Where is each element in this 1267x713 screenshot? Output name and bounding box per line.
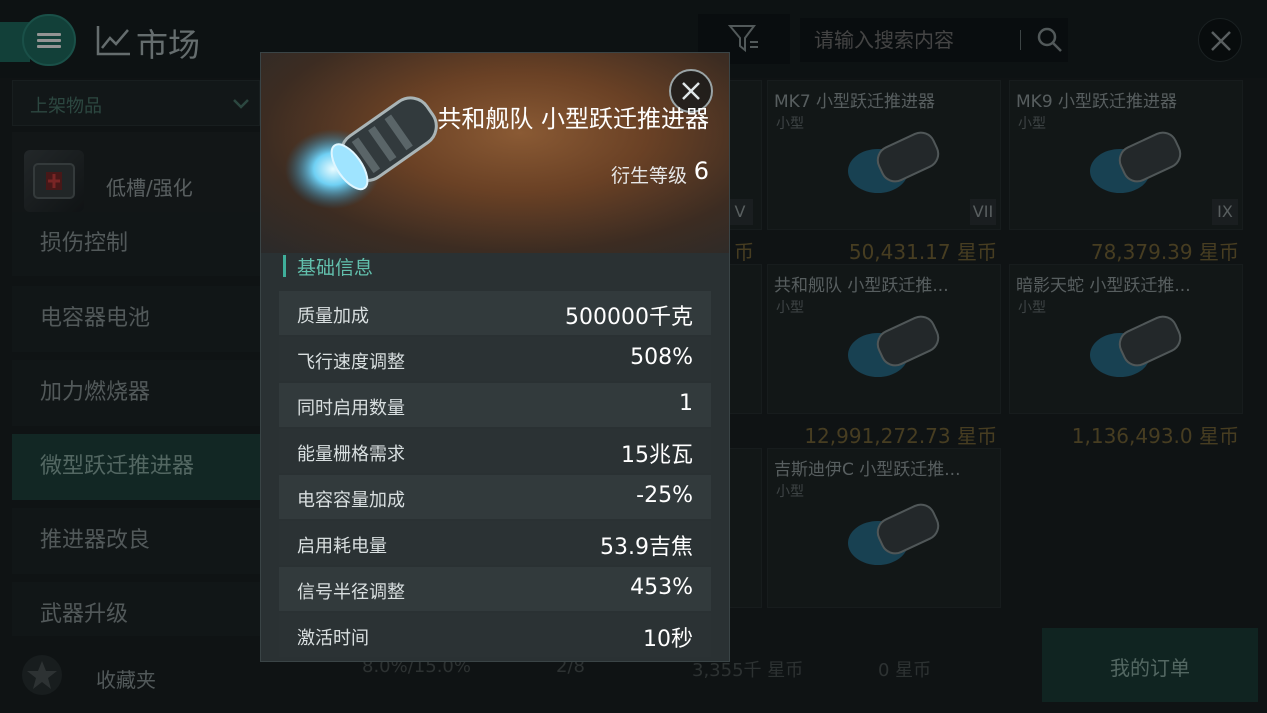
stat-value: 1: [679, 391, 693, 416]
stat-label: 质量加成: [297, 306, 369, 327]
stat-value: -25%: [636, 483, 693, 508]
close-icon: [682, 82, 700, 100]
stat-value: 53.9吉焦: [600, 535, 693, 560]
stat-value: 508%: [630, 345, 693, 370]
stat-value: 453%: [630, 575, 693, 600]
stat-row: 信号半径调整 453%: [279, 567, 711, 611]
stat-value: 15兆瓦: [621, 443, 693, 468]
stat-label: 启用耗电量: [297, 536, 387, 557]
stat-row: 能量栅格需求 15兆瓦: [279, 429, 711, 473]
meta-level-label: 衍生等级: [610, 165, 687, 187]
stat-label: 电容容量加成: [297, 490, 405, 511]
stat-row: 启用耗电量 53.9吉焦: [279, 521, 711, 565]
stat-label: 能量栅格需求: [297, 444, 405, 465]
stat-label: 信号半径调整: [297, 582, 405, 603]
stat-value: 10秒: [643, 627, 693, 652]
section-title: 基础信息: [297, 257, 374, 279]
stat-label: 同时启用数量: [297, 398, 405, 419]
item-detail-popup: 共和舰队 小型跃迁推进器 衍生等级 6 基础信息 质量加成 500000千克 飞…: [260, 52, 730, 662]
meta-level-value: 6: [693, 157, 709, 185]
stat-value: 500000千克: [565, 305, 693, 330]
stat-row: 飞行速度调整 508%: [279, 337, 711, 381]
stat-row: 同时启用数量 1: [279, 383, 711, 427]
popup-title: 共和舰队 小型跃迁推进器: [437, 105, 709, 133]
stat-row: 激活时间 10秒: [279, 613, 711, 657]
stat-label: 飞行速度调整: [297, 352, 405, 373]
thruster-icon: [285, 96, 438, 209]
section-marker: [283, 255, 286, 277]
stat-row: 电容容量加成 -25%: [279, 475, 711, 519]
stat-row: 质量加成 500000千克: [279, 291, 711, 335]
stat-label: 激活时间: [297, 628, 369, 649]
